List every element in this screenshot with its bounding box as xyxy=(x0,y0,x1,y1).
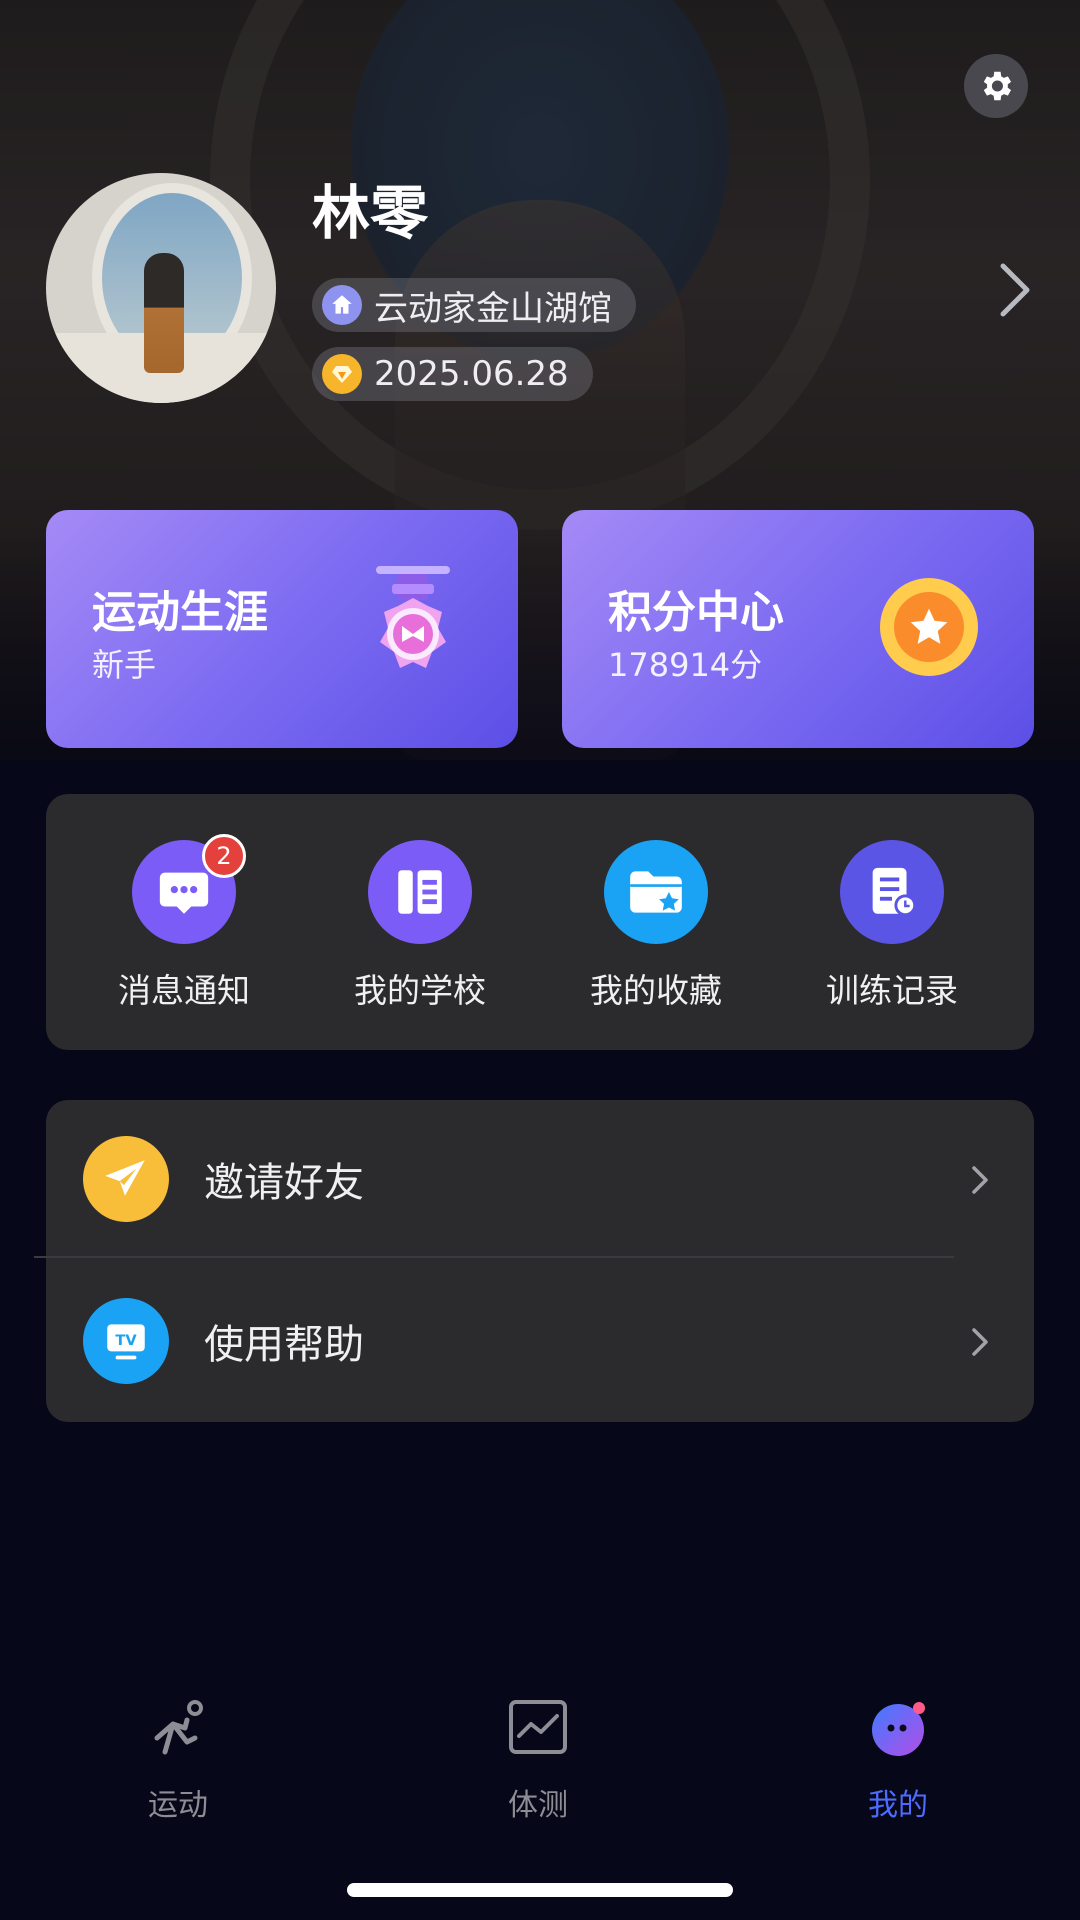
menu-item-help[interactable]: TV 使用帮助 xyxy=(46,1262,1034,1422)
venue-tag[interactable]: 云动家金山湖馆 xyxy=(312,278,636,332)
quick-label: 我的收藏 xyxy=(590,971,722,1010)
sport-career-title: 运动生涯 xyxy=(92,587,268,638)
chevron-right-icon xyxy=(972,1166,988,1194)
chevron-right-icon[interactable] xyxy=(995,260,1035,320)
house-icon xyxy=(322,285,362,325)
medal-icon xyxy=(376,566,450,668)
tab-mine[interactable]: 我的 xyxy=(798,1694,998,1824)
tv-icon: TV xyxy=(83,1298,169,1384)
bottom-tab-bar: 运动 体测 我的 xyxy=(0,1660,1080,1840)
menu-divider xyxy=(34,1256,954,1258)
chart-icon xyxy=(509,1700,567,1754)
chevron-right-icon xyxy=(972,1328,988,1356)
menu-label: 邀请好友 xyxy=(204,1160,364,1206)
avatar[interactable] xyxy=(46,173,276,403)
paper-plane-icon xyxy=(83,1136,169,1222)
message-icon: 2 xyxy=(132,834,246,944)
settings-button[interactable] xyxy=(964,54,1028,118)
unread-badge: 2 xyxy=(202,834,246,878)
home-indicator[interactable] xyxy=(347,1883,733,1897)
quick-label: 我的学校 xyxy=(354,971,486,1010)
points-center-card[interactable]: 积分中心 178914分 xyxy=(562,510,1034,748)
diamond-icon xyxy=(322,354,362,394)
sport-career-card[interactable]: 运动生涯 新手 xyxy=(46,510,518,748)
quick-label: 消息通知 xyxy=(118,971,250,1010)
folder-star-icon xyxy=(604,840,708,944)
avatar-photo-person xyxy=(144,253,184,373)
tab-sport[interactable]: 运动 xyxy=(78,1694,278,1824)
menu-label: 使用帮助 xyxy=(204,1322,364,1368)
venue-name: 云动家金山湖馆 xyxy=(374,288,612,329)
svg-text:TV: TV xyxy=(115,1332,137,1349)
gear-icon xyxy=(983,71,1012,101)
quick-item-notifications[interactable]: 2 消息通知 xyxy=(94,834,274,1012)
quick-item-training-records[interactable]: 训练记录 xyxy=(802,840,982,1012)
sport-career-level: 新手 xyxy=(92,646,157,684)
school-icon xyxy=(368,840,472,944)
membership-tag[interactable]: 2025.06.28 xyxy=(312,347,593,401)
star-coin-icon xyxy=(880,578,978,676)
running-icon xyxy=(154,1700,203,1755)
quick-label: 训练记录 xyxy=(826,971,958,1010)
menu-item-invite-friends[interactable]: 邀请好友 xyxy=(46,1100,1034,1260)
quick-actions-panel: 2 消息通知 我的学校 我的收藏 训练记录 xyxy=(46,794,1034,1050)
menu-list: 邀请好友 TV 使用帮助 xyxy=(46,1100,1034,1422)
points-center-title: 积分中心 xyxy=(608,587,784,638)
quick-item-school[interactable]: 我的学校 xyxy=(330,840,510,1012)
points-balance: 178914分 xyxy=(608,646,763,684)
mascot-icon xyxy=(872,1702,925,1756)
record-icon xyxy=(840,840,944,944)
user-name: 林零 xyxy=(312,179,429,247)
membership-date: 2025.06.28 xyxy=(374,354,569,394)
tab-label: 体测 xyxy=(508,1788,568,1823)
tab-fitness-test[interactable]: 体测 xyxy=(438,1694,638,1824)
tab-label: 我的 xyxy=(868,1788,928,1823)
tab-label: 运动 xyxy=(148,1788,208,1823)
quick-item-favorites[interactable]: 我的收藏 xyxy=(566,840,746,1012)
